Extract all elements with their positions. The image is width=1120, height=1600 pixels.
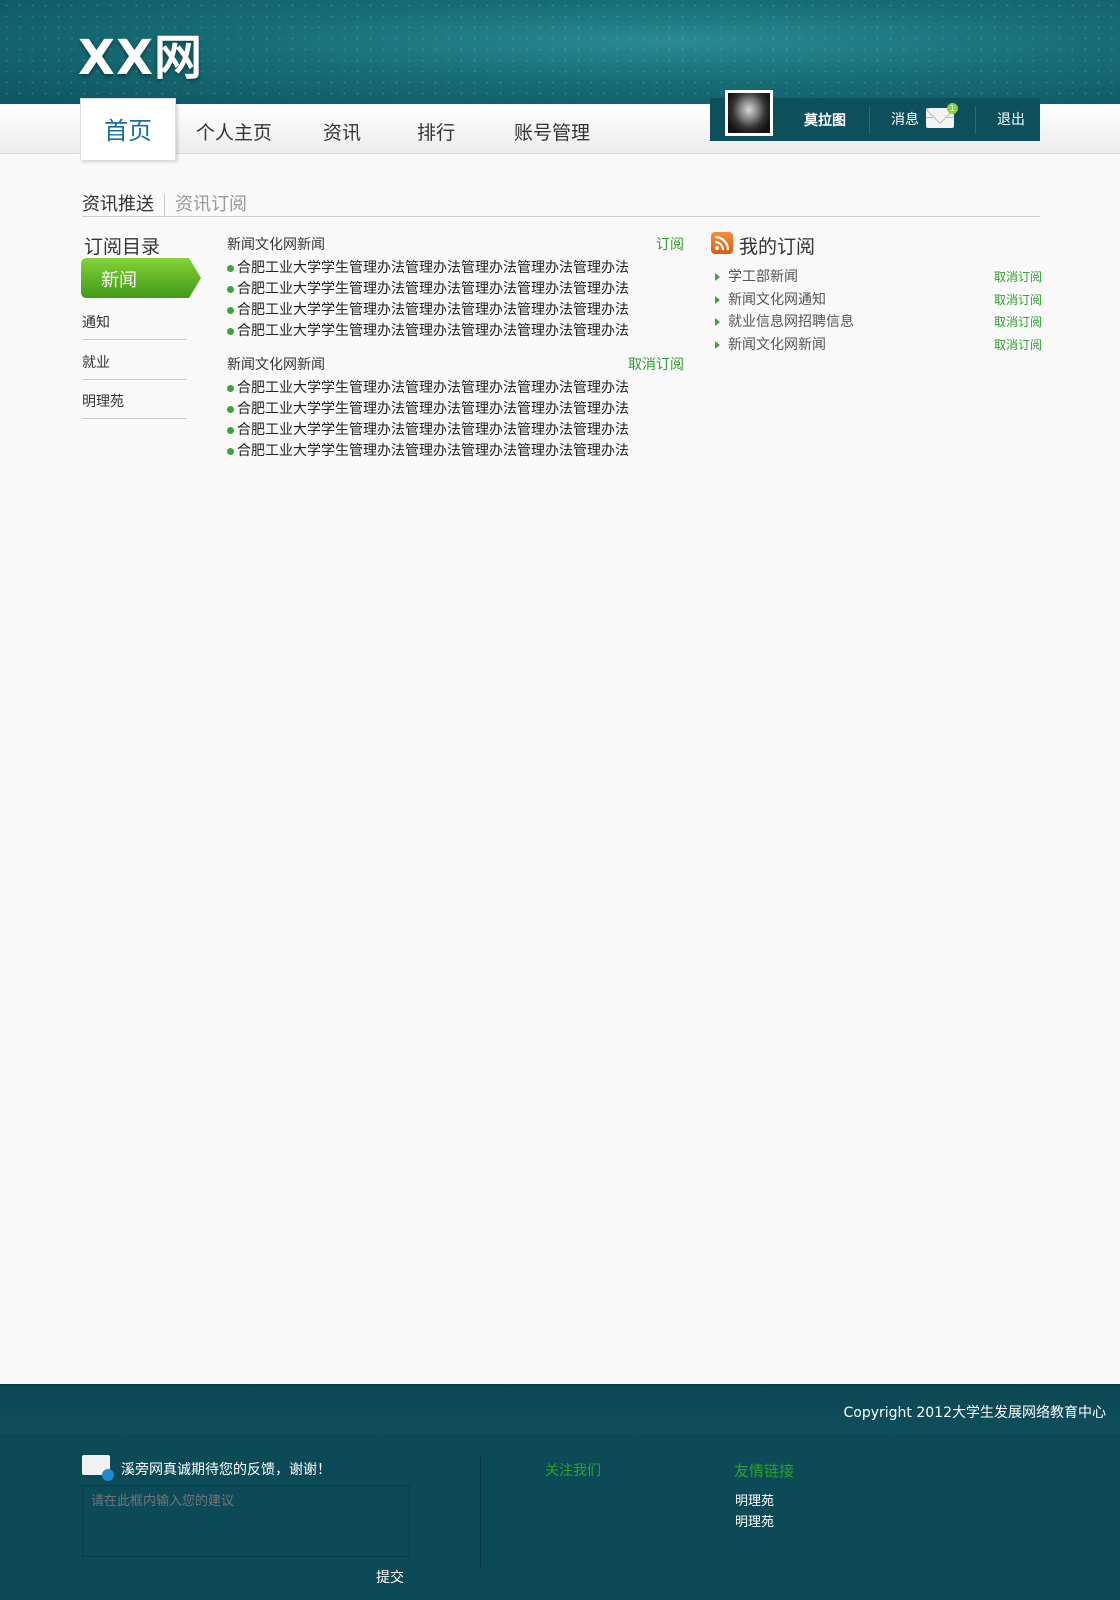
logout-button[interactable]: 退出 — [997, 109, 1025, 129]
sidebar-item-label: 新闻 — [101, 270, 137, 291]
nav-account-management[interactable]: 账号管理 — [514, 118, 590, 145]
tab-divider — [164, 194, 165, 216]
arrow-icon — [715, 273, 720, 281]
unsubscribe-link[interactable]: 取消订阅 — [994, 313, 1042, 330]
feed-header: 新闻文化网新闻 订阅 — [227, 234, 684, 254]
footer-top-bar: Copyright 2012大学生发展网络教育中心 — [0, 1384, 1120, 1435]
unsubscribe-link[interactable]: 取消订阅 — [994, 268, 1042, 285]
unsubscribe-button[interactable]: 取消订阅 — [628, 354, 684, 374]
sidebar-item-minglyuan[interactable]: 明理苑 — [82, 379, 187, 419]
section-tabs: 资讯推送 资讯订阅 — [82, 190, 247, 216]
feed-source: 新闻文化网新闻 — [227, 357, 325, 373]
list-item[interactable]: 合肥工业大学学生管理办法管理办法管理办法管理办法管理办法 — [227, 419, 657, 439]
subscription-label[interactable]: 新闻文化网新闻 — [728, 337, 826, 353]
site-logo[interactable]: XX网 — [78, 18, 203, 88]
follow-us-title: 关注我们 — [545, 1463, 601, 1479]
tab-news-subscribe[interactable]: 资讯订阅 — [175, 194, 247, 215]
bullet-icon — [227, 384, 234, 392]
sidebar-item-notice[interactable]: 通知 — [82, 300, 187, 340]
active-arrow-background — [81, 258, 201, 298]
news-title: 合肥工业大学学生管理办法管理办法管理办法管理办法管理办法 — [237, 260, 629, 276]
nav-home-tab[interactable]: 首页 — [80, 98, 176, 160]
friend-links-title: 友情链接 — [734, 1462, 795, 1480]
footer-divider — [480, 1455, 481, 1570]
subscription-label[interactable]: 学工部新闻 — [728, 269, 798, 285]
list-item[interactable]: 合肥工业大学学生管理办法管理办法管理办法管理办法管理办法 — [227, 440, 657, 460]
feedback-prompt: 溪旁网真诚期待您的反馈，谢谢！ — [121, 1462, 331, 1478]
bullet-icon — [227, 306, 234, 314]
news-title: 合肥工业大学学生管理办法管理办法管理办法管理办法管理办法 — [237, 422, 629, 438]
arrow-icon — [715, 296, 720, 304]
sidebar-item-employment[interactable]: 就业 — [82, 340, 187, 380]
avatar[interactable] — [725, 90, 773, 136]
subscription-label[interactable]: 新闻文化网通知 — [728, 292, 826, 308]
list-item[interactable]: 合肥工业大学学生管理办法管理办法管理办法管理办法管理办法 — [227, 398, 657, 418]
rss-icon — [711, 232, 733, 254]
bullet-icon — [227, 405, 234, 413]
bullet-icon — [227, 426, 234, 434]
bullet-icon — [227, 285, 234, 293]
feedback-mail-icon — [82, 1455, 114, 1481]
section-divider — [82, 216, 1040, 217]
list-item[interactable]: 合肥工业大学学生管理办法管理办法管理办法管理办法管理办法 — [227, 278, 657, 298]
arrow-icon — [715, 318, 720, 326]
list-item[interactable]: 合肥工业大学学生管理办法管理办法管理办法管理办法管理办法 — [227, 320, 657, 340]
news-title: 合肥工业大学学生管理办法管理办法管理办法管理办法管理办法 — [237, 281, 629, 297]
submit-button[interactable]: 提交 — [376, 1567, 404, 1587]
unread-badge: 1 — [947, 103, 958, 114]
site-header: XX网 — [0, 0, 1120, 104]
list-item[interactable]: 合肥工业大学学生管理办法管理办法管理办法管理办法管理办法 — [227, 377, 657, 397]
list-item[interactable]: 合肥工业大学学生管理办法管理办法管理办法管理办法管理办法 — [227, 299, 657, 319]
bullet-icon — [227, 447, 234, 455]
friend-link[interactable]: 明理苑 — [735, 1511, 774, 1530]
friend-link[interactable]: 明理苑 — [735, 1490, 774, 1509]
avatar-image — [728, 93, 770, 133]
download-icon — [102, 1469, 114, 1481]
news-title: 合肥工业大学学生管理办法管理办法管理办法管理办法管理办法 — [237, 323, 629, 339]
sidebar-title: 订阅目录 — [84, 236, 161, 258]
unsubscribe-link[interactable]: 取消订阅 — [994, 336, 1042, 353]
news-title: 合肥工业大学学生管理办法管理办法管理办法管理办法管理办法 — [237, 380, 629, 396]
sidebar-item-news[interactable]: 新闻 — [81, 258, 201, 298]
user-bar: 莫拉图 消息 1 退出 — [710, 90, 1040, 141]
news-title: 合肥工业大学学生管理办法管理办法管理办法管理办法管理办法 — [237, 443, 629, 459]
news-title: 合肥工业大学学生管理办法管理办法管理办法管理办法管理办法 — [237, 302, 629, 318]
tab-news-push[interactable]: 资讯推送 — [82, 194, 154, 215]
nav-ranking[interactable]: 排行 — [417, 118, 455, 145]
bullet-icon — [227, 327, 234, 335]
subscription-item: 学工部新闻 取消订阅 — [715, 266, 1042, 286]
subscribe-button[interactable]: 订阅 — [656, 234, 684, 254]
unsubscribe-link[interactable]: 取消订阅 — [994, 291, 1042, 308]
news-title: 合肥工业大学学生管理办法管理办法管理办法管理办法管理办法 — [237, 401, 629, 417]
feed-header: 新闻文化网新闻 取消订阅 — [227, 354, 684, 374]
divider — [869, 106, 870, 134]
nav-news[interactable]: 资讯 — [323, 118, 361, 145]
messages-link[interactable]: 消息 — [891, 109, 919, 129]
subscription-item: 新闻文化网新闻 取消订阅 — [715, 334, 1042, 354]
copyright-text: Copyright 2012大学生发展网络教育中心 — [843, 1405, 1107, 1421]
footer: 溪旁网真诚期待您的反馈，谢谢！ 提交 关注我们 友情链接 明理苑 明理苑 — [0, 1435, 1120, 1600]
username[interactable]: 莫拉图 — [804, 110, 846, 130]
nav-personal-home[interactable]: 个人主页 — [196, 118, 272, 145]
bullet-icon — [227, 264, 234, 272]
divider — [975, 106, 976, 134]
subscription-item: 新闻文化网通知 取消订阅 — [715, 289, 1042, 309]
arrow-icon — [715, 341, 720, 349]
rss-glyph — [714, 235, 730, 251]
feed-source: 新闻文化网新闻 — [227, 237, 325, 253]
my-subscriptions-title: 我的订阅 — [739, 236, 816, 258]
subscription-item: 就业信息网招聘信息 取消订阅 — [715, 311, 1042, 331]
subscription-label[interactable]: 就业信息网招聘信息 — [728, 314, 854, 330]
feedback-input[interactable] — [82, 1485, 410, 1557]
list-item[interactable]: 合肥工业大学学生管理办法管理办法管理办法管理办法管理办法 — [227, 257, 657, 277]
